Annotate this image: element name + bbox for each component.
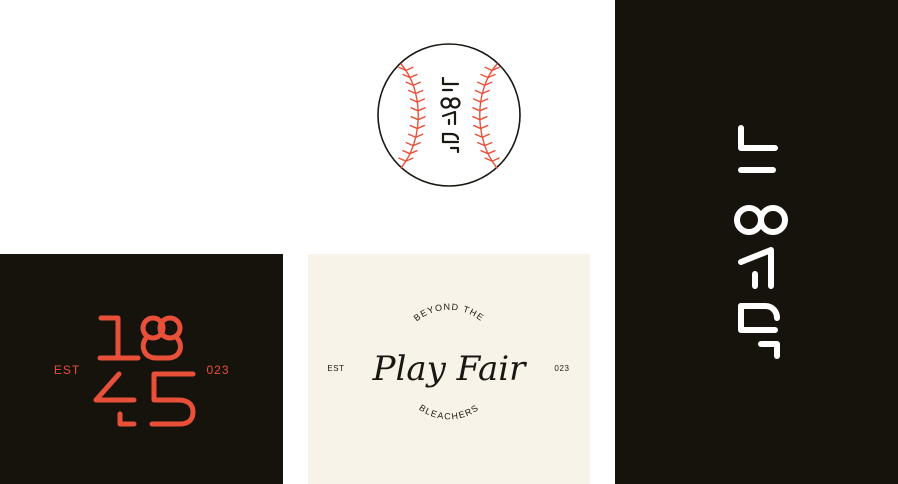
arc-bottom-text: BLEACHERS [417,402,480,421]
arc-top-text: BEYOND THE [412,302,487,324]
est-label: EST [54,363,80,377]
playfair-script-title: Play Fair [372,349,527,389]
playfair-badge: BEYOND THE Play Fair BLEACHERS EST 023 [327,302,569,422]
1845-digits [93,315,196,427]
baseball-logo-panel [0,0,615,254]
playfair-est-label: EST [327,364,344,373]
playfair-logo-panel: BEYOND THE Play Fair BLEACHERS EST 023 [308,254,590,484]
arc-bottom-textpath: BLEACHERS [417,402,479,421]
year-suffix-label: 023 [206,363,229,377]
vertical-1845-wordmark [734,125,788,359]
baseball-illustration [377,43,521,187]
1845-emblem: EST 023 [54,315,229,427]
dark-1845-logo-panel: EST 023 [0,254,283,484]
playfair-year-suffix: 023 [554,364,569,373]
vertical-1845-glyphs [734,125,788,359]
vertical-1845-panel [615,0,898,484]
arc-top-textpath: BEYOND THE [412,302,485,324]
